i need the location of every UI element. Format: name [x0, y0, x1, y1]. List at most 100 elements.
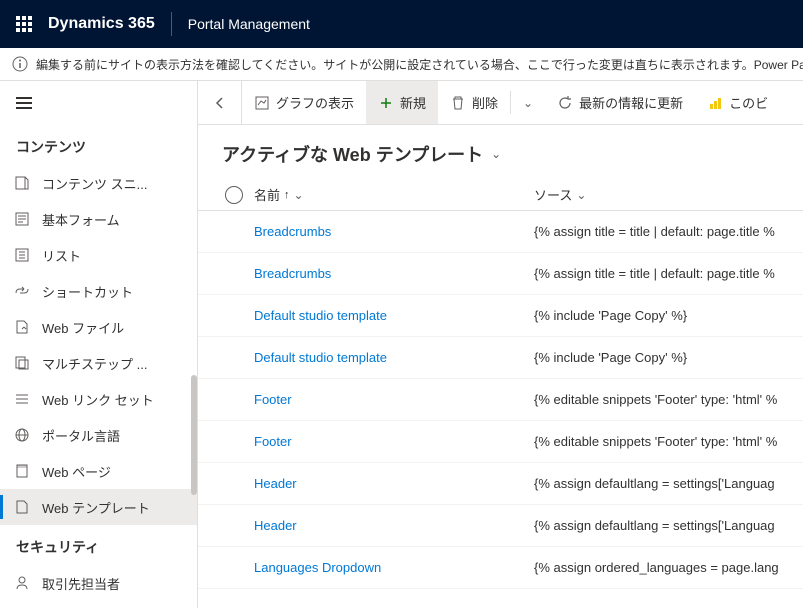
sidebar-item-label: Web ファイル [42, 318, 124, 337]
chevron-down-icon: ⌄ [576, 188, 586, 202]
record-link[interactable]: Breadcrumbs [254, 266, 331, 281]
sidebar-item-label: ポータル言語 [42, 426, 120, 445]
record-link[interactable]: Languages Dropdown [254, 560, 381, 575]
cell-source: {% include 'Page Copy' %} [534, 308, 787, 323]
cmd-label: 削除 [472, 93, 498, 112]
refresh-button[interactable]: 最新の情報に更新 [545, 81, 695, 124]
table-row[interactable]: Languages Dropdown {% assign ordered_lang… [198, 547, 803, 589]
group-security: セキュリティ [0, 525, 197, 565]
table-row[interactable]: Footer {% editable snippets 'Footer' type… [198, 379, 803, 421]
sidebar-scroll: コンテンツ コンテンツ スニ... 基本フォーム リスト ショートカット Web… [0, 125, 197, 608]
column-label: ソース [534, 185, 572, 204]
brand-name[interactable]: Dynamics 365 [48, 15, 155, 33]
cell-name: Footer [254, 434, 534, 449]
sidebar-item-label: ショートカット [42, 282, 133, 301]
collapse-sidebar-button[interactable] [0, 81, 197, 125]
cell-source: {% editable snippets 'Footer' type: 'htm… [534, 434, 787, 449]
circle-checkbox-icon [225, 186, 243, 204]
record-link[interactable]: Header [254, 476, 297, 491]
sidebar-item-label: Web ページ [42, 462, 111, 481]
record-link[interactable]: Header [254, 518, 297, 533]
grid-header-row: 名前 ↑ ⌄ ソース ⌄ [198, 179, 803, 211]
waffle-icon [16, 16, 32, 32]
list-icon [12, 245, 32, 265]
powerbi-button[interactable]: このビ [695, 81, 780, 124]
sidebar-item-basic-forms[interactable]: 基本フォーム [0, 201, 197, 237]
cell-name: Default studio template [254, 308, 534, 323]
file-icon [12, 317, 32, 337]
sidebar: コンテンツ コンテンツ スニ... 基本フォーム リスト ショートカット Web… [0, 81, 198, 608]
app-launcher-button[interactable] [8, 0, 40, 48]
chart-icon [254, 95, 270, 111]
cell-name: Footer [254, 392, 534, 407]
contact-icon [12, 573, 32, 593]
cell-source: {% include 'Page Copy' %} [534, 350, 787, 365]
show-chart-button[interactable]: グラフの表示 [242, 81, 366, 124]
sidebar-item-label: コンテンツ スニ... [42, 174, 147, 193]
sidebar-item-label: 取引先担当者 [42, 574, 120, 593]
app-name[interactable]: Portal Management [188, 16, 310, 32]
cell-name: Default studio template [254, 350, 534, 365]
cell-source: {% assign title = title | default: page.… [534, 266, 787, 281]
sidebar-item-portal-languages[interactable]: ポータル言語 [0, 417, 197, 453]
delete-button[interactable]: 削除 [438, 81, 510, 124]
table-row[interactable]: Default studio template {% include 'Page … [198, 337, 803, 379]
table-row[interactable]: Header {% assign defaultlang = settings['… [198, 505, 803, 547]
table-row[interactable]: Footer {% editable snippets 'Footer' type… [198, 421, 803, 463]
view-header[interactable]: アクティブな Web テンプレート ⌄ [198, 125, 803, 179]
sidebar-item-web-link-sets[interactable]: Web リンク セット [0, 381, 197, 417]
sidebar-item-web-files[interactable]: Web ファイル [0, 309, 197, 345]
back-button[interactable] [198, 81, 242, 124]
cell-source: {% assign defaultlang = settings['Langua… [534, 476, 787, 491]
record-link[interactable]: Breadcrumbs [254, 224, 331, 239]
record-link[interactable]: Default studio template [254, 350, 387, 365]
new-button[interactable]: 新規 [366, 81, 438, 124]
sidebar-item-content-snippets[interactable]: コンテンツ スニ... [0, 165, 197, 201]
form-icon [12, 209, 32, 229]
sidebar-item-label: マルチステップ ... [42, 354, 147, 373]
cell-name: Languages Dropdown [254, 560, 534, 575]
sidebar-item-multistep[interactable]: マルチステップ ... [0, 345, 197, 381]
cell-source: {% editable snippets 'Footer' type: 'htm… [534, 392, 787, 407]
sidebar-item-label: Web テンプレート [42, 498, 150, 517]
cmd-label: 新規 [400, 93, 426, 112]
trash-icon [450, 95, 466, 111]
global-header: Dynamics 365 Portal Management [0, 0, 803, 48]
cell-name: Breadcrumbs [254, 266, 534, 281]
table-row[interactable]: Header {% assign defaultlang = settings['… [198, 463, 803, 505]
header-divider [171, 12, 172, 36]
column-label: 名前 [254, 185, 280, 204]
column-header-source[interactable]: ソース ⌄ [534, 185, 787, 204]
sidebar-item-lists[interactable]: リスト [0, 237, 197, 273]
table-row[interactable]: Breadcrumbs{% assign title = title | def… [198, 211, 803, 253]
cell-name: Breadcrumbs [254, 224, 534, 239]
page-icon [12, 461, 32, 481]
cell-name: Header [254, 518, 534, 533]
info-icon [12, 56, 28, 72]
plus-icon [378, 95, 394, 111]
table-row[interactable]: Breadcrumbs {% assign title = title | def… [198, 253, 803, 295]
back-arrow-icon [212, 95, 228, 111]
sidebar-item-web-templates[interactable]: Web テンプレート [0, 489, 197, 525]
shortcut-icon [12, 281, 32, 301]
delete-split-button[interactable]: ⌄ [511, 81, 545, 124]
cmd-label: グラフの表示 [276, 93, 354, 112]
sidebar-item-web-pages[interactable]: Web ページ [0, 453, 197, 489]
cell-source: {% assign defaultlang = settings['Langua… [534, 518, 787, 533]
select-all-column[interactable] [214, 186, 254, 204]
record-link[interactable]: Footer [254, 392, 292, 407]
notification-bar: 編集する前にサイトの表示方法を確認してください。サイトが公開に設定されている場合… [0, 48, 803, 81]
record-link[interactable]: Default studio template [254, 308, 387, 323]
hamburger-icon [16, 102, 32, 104]
sidebar-item-label: 基本フォーム [42, 210, 120, 229]
view-title: アクティブな Web テンプレート [222, 141, 483, 167]
sidebar-item-contacts[interactable]: 取引先担当者 [0, 565, 197, 601]
language-icon [12, 425, 32, 445]
sidebar-item-shortcuts[interactable]: ショートカット [0, 273, 197, 309]
table-row[interactable]: Default studio template {% include 'Page … [198, 295, 803, 337]
record-link[interactable]: Footer [254, 434, 292, 449]
powerbi-icon [707, 95, 723, 111]
cell-source: {% assign ordered_languages = page.lang [534, 560, 787, 575]
sidebar-scrollbar[interactable] [191, 375, 197, 495]
column-header-name[interactable]: 名前 ↑ ⌄ [254, 185, 534, 204]
